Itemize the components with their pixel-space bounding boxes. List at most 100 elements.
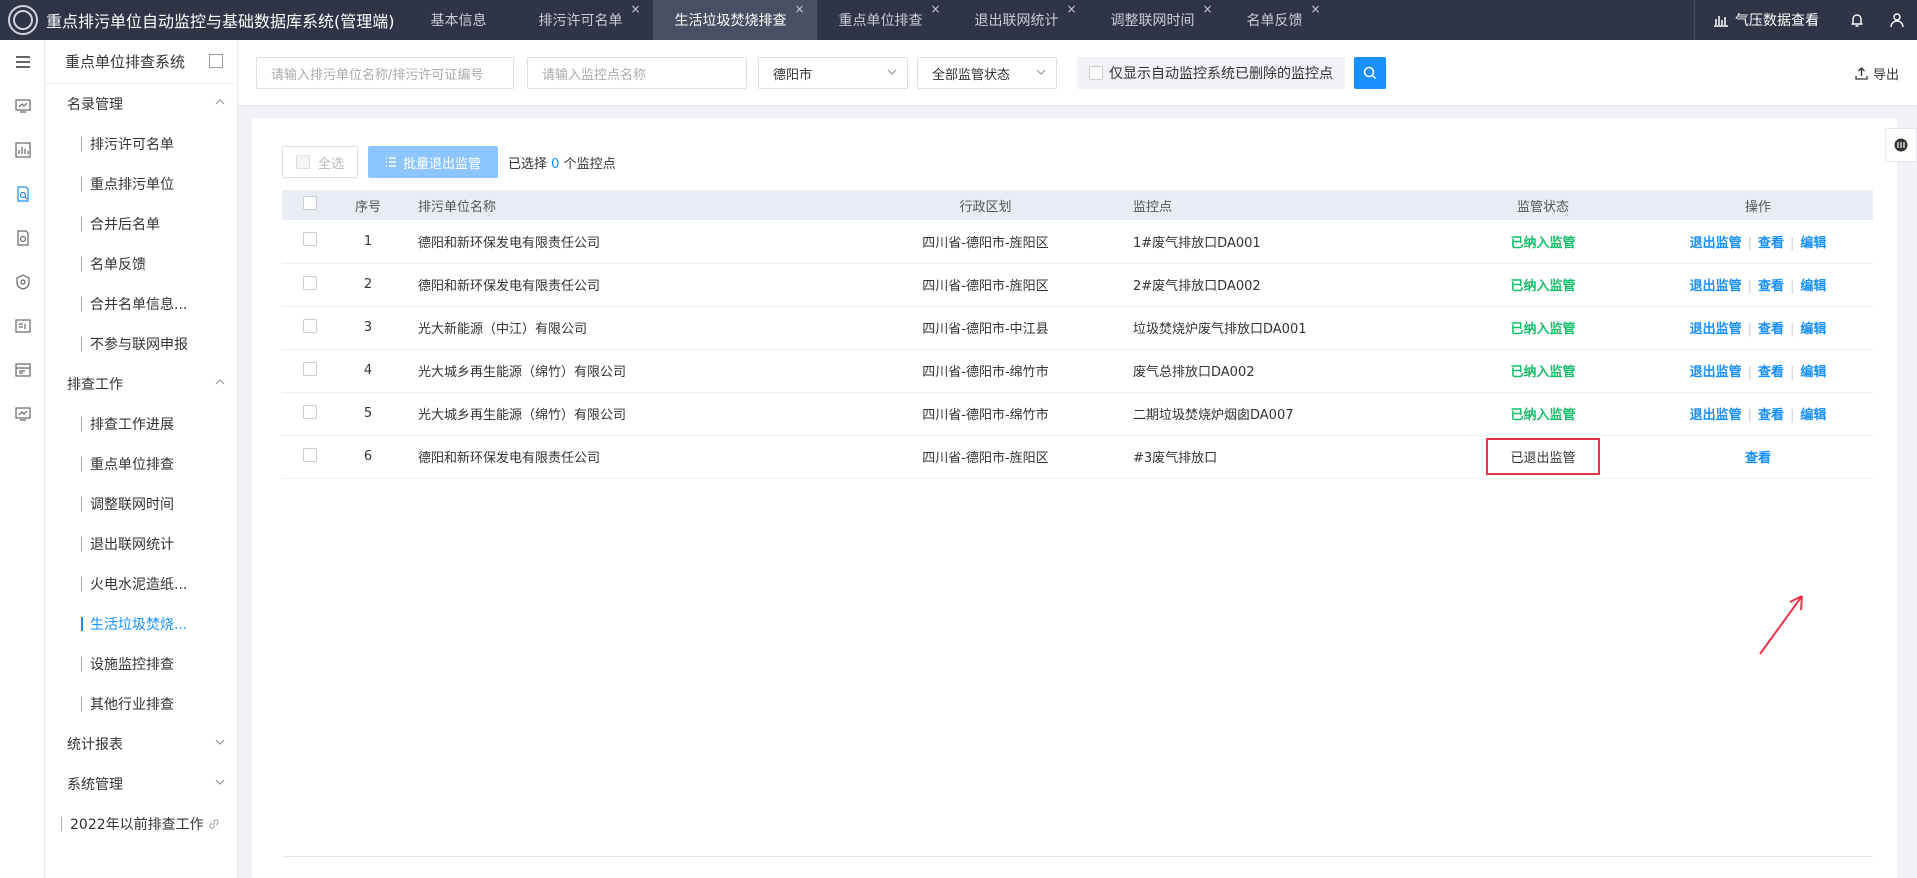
doc-search-icon[interactable] [0, 172, 45, 216]
view-link[interactable]: 查看 [1758, 236, 1784, 251]
horizontal-scrollbar[interactable] [282, 856, 1873, 857]
sidebar-item[interactable]: 合并名单信息... [45, 284, 237, 324]
exit-supervision-link[interactable]: 退出监管 [1690, 236, 1742, 251]
deleted-only-checkbox[interactable]: 仅显示自动监控系统已删除的监控点 [1077, 57, 1345, 89]
sidebar-group-check-work[interactable]: 排查工作 [45, 364, 237, 404]
monitor-point: 废气总排放口DA002 [1093, 349, 1443, 393]
view-link[interactable]: 查看 [1758, 279, 1784, 294]
sidebar-item[interactable]: 合并后名单 [45, 204, 237, 244]
pressure-data-link[interactable]: 气压数据查看 [1694, 0, 1837, 40]
close-icon[interactable]: × [630, 2, 640, 16]
monitor-point: 二期垃圾焚烧炉烟囱DA007 [1093, 392, 1443, 436]
sidebar-item[interactable]: 重点单位排查 [45, 444, 237, 484]
top-right-area: 气压数据查看 [1694, 0, 1917, 40]
exit-supervision-link[interactable]: 退出监管 [1690, 322, 1742, 337]
view-link[interactable]: 查看 [1758, 365, 1784, 380]
sidebar-item[interactable]: 火电水泥造纸... [45, 564, 237, 604]
doc-review-icon[interactable] [0, 216, 45, 260]
search-button[interactable] [1354, 57, 1386, 89]
monitor-point: 2#废气排放口DA002 [1093, 263, 1443, 307]
tab-adjust-time[interactable]: 调整联网时间 × [1089, 0, 1225, 40]
menu-toggle-icon[interactable] [0, 40, 45, 84]
tab-permit-list[interactable]: 排污许可名单 × [517, 0, 653, 40]
view-link[interactable]: 查看 [1758, 322, 1784, 337]
sidebar-item[interactable]: 其他行业排查 [45, 684, 237, 724]
screen-icon[interactable] [0, 392, 45, 436]
sidebar-item[interactable]: 设施监控排查 [45, 644, 237, 684]
point-search-input[interactable]: 请输入监控点名称 [527, 57, 747, 89]
row-checkbox[interactable] [303, 318, 317, 333]
region: 四川省-德阳市-旌阳区 [878, 435, 1093, 479]
tab-basic-info[interactable]: 基本信息 [409, 0, 517, 40]
checkbox[interactable] [1089, 66, 1103, 80]
row-checkbox[interactable] [303, 404, 317, 419]
collapse-icon[interactable] [209, 54, 223, 68]
status-badge: 已纳入监管 [1510, 279, 1576, 294]
bell-icon[interactable] [1837, 0, 1877, 40]
tab-key-unit-check[interactable]: 重点单位排查 × [817, 0, 953, 40]
tab-list-feedback[interactable]: 名单反馈 × [1225, 0, 1333, 40]
edit-link[interactable]: 编辑 [1800, 408, 1826, 423]
batch-exit-button[interactable]: 批量退出监管 [368, 146, 498, 178]
status-select[interactable]: 全部监管状态 [917, 57, 1057, 89]
region: 四川省-德阳市-绵竹市 [878, 349, 1093, 393]
unit-search-input[interactable]: 请输入排污单位名称/排污许可证编号 [256, 57, 514, 89]
bar-chart-icon[interactable] [0, 128, 45, 172]
report-icon[interactable] [0, 304, 45, 348]
tab-bar: 基本信息 排污许可名单 × 生活垃圾焚烧排查 × 重点单位排查 × 退出联网统计 × 调… [409, 0, 1333, 40]
monitor-point: 垃圾焚烧炉废气排放口DA001 [1093, 306, 1443, 350]
sidebar-item[interactable]: 重点排污单位 [45, 164, 237, 204]
row-checkbox[interactable] [303, 447, 317, 462]
city-select[interactable]: 德阳市 [758, 57, 908, 89]
close-icon[interactable]: × [930, 2, 940, 16]
checkbox[interactable] [303, 196, 317, 210]
sidebar-group-list-management[interactable]: 名录管理 [45, 84, 237, 124]
user-icon[interactable] [1877, 0, 1917, 40]
row-index: 5 [338, 392, 398, 436]
export-button[interactable]: 导出 [1855, 64, 1899, 83]
settings-shield-icon[interactable] [0, 260, 45, 304]
close-icon[interactable]: × [1310, 2, 1320, 16]
sidebar-item[interactable]: 退出联网统计 [45, 524, 237, 564]
monitor-chart-icon[interactable] [0, 84, 45, 128]
edit-link[interactable]: 编辑 [1800, 279, 1826, 294]
close-icon[interactable]: × [794, 2, 804, 16]
tab-exit-stats[interactable]: 退出联网统计 × [953, 0, 1089, 40]
sidebar-group-reports[interactable]: 统计报表 [45, 724, 237, 764]
list-icon [385, 157, 396, 167]
sidebar-item-active[interactable]: 生活垃圾焚烧... [45, 604, 237, 644]
exit-supervision-link[interactable]: 退出监管 [1690, 279, 1742, 294]
exit-supervision-link[interactable]: 退出监管 [1690, 408, 1742, 423]
floating-tool-icon[interactable] [1885, 128, 1917, 162]
edit-link[interactable]: 编辑 [1800, 236, 1826, 251]
status-badge: 已纳入监管 [1510, 322, 1576, 337]
row-checkbox[interactable] [303, 361, 317, 376]
sidebar-item[interactable]: 不参与联网申报 [45, 324, 237, 364]
sidebar: 重点单位排查系统 名录管理 排污许可名单 重点排污单位 合并后名单 名单反馈 合… [45, 40, 238, 878]
chevron-up-icon [215, 99, 225, 105]
table-row: 6 德阳和新环保发电有限责任公司 四川省-德阳市-旌阳区 #3废气排放口 已退出… [282, 435, 1873, 479]
close-icon[interactable]: × [1066, 2, 1076, 16]
table-settings-icon[interactable] [0, 348, 45, 392]
tab-waste-incineration[interactable]: 生活垃圾焚烧排查 × [652, 0, 817, 40]
app-title: 重点排污单位自动监控与基础数据库系统(管理端) [46, 12, 395, 31]
region: 四川省-德阳市-绵竹市 [878, 392, 1093, 436]
edit-link[interactable]: 编辑 [1800, 365, 1826, 380]
exit-supervision-link[interactable]: 退出监管 [1690, 365, 1742, 380]
select-all-button[interactable]: 全选 [282, 146, 358, 178]
view-link[interactable]: 查看 [1758, 408, 1784, 423]
link-icon [209, 819, 219, 829]
status-badge-highlighted: 已退出监管 [1486, 438, 1600, 475]
row-checkbox[interactable] [303, 275, 317, 290]
sidebar-item[interactable]: 名单反馈 [45, 244, 237, 284]
sidebar-item[interactable]: 排污许可名单 [45, 124, 237, 164]
sidebar-item[interactable]: 调整联网时间 [45, 484, 237, 524]
view-link[interactable]: 查看 [1745, 451, 1771, 466]
close-icon[interactable]: × [1202, 2, 1212, 16]
row-checkbox[interactable] [303, 232, 317, 247]
annotation-arrow-icon [1759, 595, 1803, 655]
sidebar-extra-link[interactable]: 2022年以前排查工作 [45, 804, 237, 844]
edit-link[interactable]: 编辑 [1800, 322, 1826, 337]
sidebar-item[interactable]: 排查工作进展 [45, 404, 237, 444]
sidebar-group-system[interactable]: 系统管理 [45, 764, 237, 804]
